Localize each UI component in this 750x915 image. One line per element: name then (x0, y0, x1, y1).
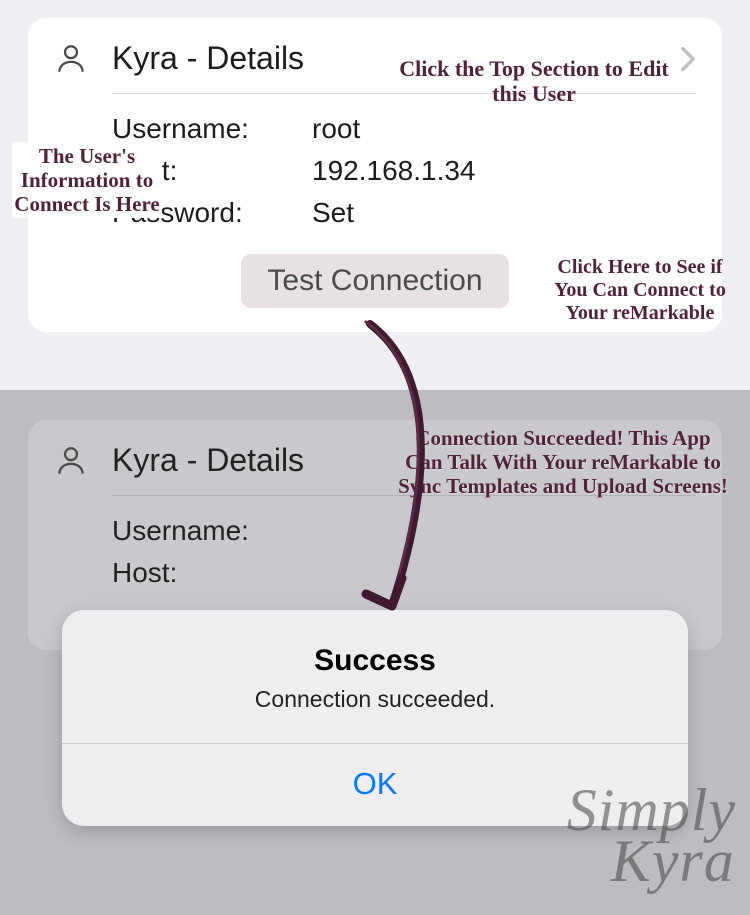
chevron-right-icon (680, 46, 696, 72)
username-row: Username: (112, 510, 696, 552)
person-icon (54, 444, 88, 478)
card-title-dimmed: Kyra - Details (112, 442, 304, 479)
alert-ok-button[interactable]: OK (62, 744, 688, 826)
top-panel: Kyra - Details Username: root Host: 192.… (0, 0, 750, 390)
connection-details-dimmed: Username: Host: (54, 496, 696, 594)
annotation-success: Connection Succeeded! This App Can Talk … (398, 426, 728, 498)
username-row: Username: root (112, 108, 696, 150)
host-row: Host: 192.168.1.34 (112, 150, 696, 192)
host-row: Host: (112, 552, 696, 594)
password-value: Set (312, 192, 354, 234)
alert-title: Success (82, 644, 668, 678)
username-value: root (312, 108, 360, 150)
success-alert: Success Connection succeeded. OK (62, 610, 688, 826)
host-value: 192.168.1.34 (312, 150, 476, 192)
test-connection-button[interactable]: Test Connection (241, 254, 508, 308)
host-label: Host: (112, 552, 312, 594)
alert-message: Connection succeeded. (82, 686, 668, 713)
password-row: Password: Set (112, 192, 696, 234)
annotation-test-hint: Click Here to See if You Can Connect to … (540, 256, 740, 325)
person-icon (54, 42, 88, 76)
annotation-user-info: The User's Information to Connect Is Her… (12, 142, 162, 218)
card-title: Kyra - Details (112, 40, 304, 77)
annotation-edit-user: Click the Top Section to Edit this User (394, 56, 674, 107)
username-label: Username: (112, 510, 312, 552)
bottom-panel: Kyra - Details Username: Host: Connectio… (0, 390, 750, 915)
